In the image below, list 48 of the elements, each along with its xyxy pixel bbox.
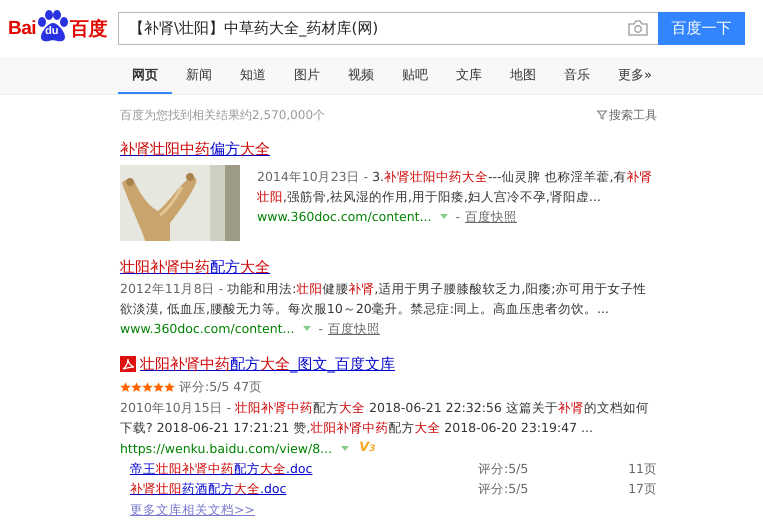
result-abstract: 2014年10月23日 - 3.补肾壮阳中药大全---仙灵脾 也称淫羊藿,有补肾壮阳,强筋骨,祛风湿的作用,用于阳痿,妇人宫冷不孕,肾阳虚...	[257, 168, 654, 206]
star-icon	[153, 382, 164, 392]
star-icon	[164, 382, 175, 392]
nav-tab[interactable]: 知道	[226, 57, 280, 94]
result-url: https://wenku.baidu.com/view/8...	[120, 440, 332, 458]
document-link[interactable]: 帝王壮阳补肾中药配方大全.doc	[130, 459, 478, 479]
nav-tab[interactable]: 新闻	[172, 57, 226, 94]
pdf-icon	[120, 356, 136, 372]
rating-text: 评分:5/5 47页	[179, 378, 262, 396]
nav-tab[interactable]: 音乐	[550, 57, 604, 94]
result-abstract: 2010年10月15日 - 壮阳补肾中药配方大全 2018-06-21 22:32:56 这篇关于补肾的文档如何下载? 2018-06-21 17:21:21 赞,壮阳补肾中药配方大全 2018-06-20 23:19:47 ...	[120, 399, 650, 437]
separator-text: -	[455, 208, 460, 226]
camera-icon[interactable]	[628, 20, 648, 36]
page-count: 17页	[627, 480, 657, 498]
filter-icon[interactable]	[597, 110, 607, 120]
caret-icon[interactable]	[440, 214, 448, 219]
more-documents-link[interactable]: 更多文库相关文档>>	[130, 501, 255, 519]
caret-icon[interactable]	[341, 446, 350, 451]
paw-icon	[36, 10, 70, 42]
result-url: www.360doc.com/content...	[120, 320, 294, 338]
logo-text: du	[45, 24, 59, 36]
nav-tab[interactable]: 地图	[496, 57, 550, 94]
nav-tab[interactable]: 视频	[334, 57, 388, 94]
snapshot-link[interactable]: 百度快照	[465, 207, 517, 226]
star-icon	[131, 382, 142, 392]
nav-tab[interactable]: 文库	[442, 57, 496, 94]
nav-tab[interactable]: 贴吧	[388, 57, 442, 94]
nav-tab[interactable]: 网页	[118, 57, 172, 94]
logo-text: 百度	[70, 18, 108, 42]
search-button[interactable]: 百度一下	[658, 12, 745, 45]
document-link[interactable]: 补肾壮阳药酒配方大全.doc	[130, 479, 478, 499]
star-icon	[120, 382, 131, 392]
page-count: 11页	[627, 460, 657, 478]
nav-tab[interactable]: 图片	[280, 57, 334, 94]
rating-text: 评分:5/5	[478, 480, 530, 498]
separator-text: -	[318, 320, 323, 338]
result-count: 百度为您找到相关结果约2,570,000个	[120, 106, 326, 124]
snapshot-link[interactable]: 百度快照	[328, 319, 380, 338]
level-label: V3	[359, 439, 376, 457]
nav-tab[interactable]: 更多»	[604, 57, 666, 94]
caret-icon[interactable]	[303, 326, 312, 331]
result-url: www.360doc.com/content...	[257, 208, 432, 226]
search-field[interactable]: 【补肾\壮阳】中草药大全_药材库(网)	[118, 12, 658, 45]
star-icon	[142, 382, 153, 392]
rating-text: 评分:5/5	[478, 460, 530, 478]
logo-text: Bai	[8, 18, 36, 40]
search-tools-link[interactable]: 搜索工具	[609, 106, 657, 124]
result-abstract: 2012年11月8日 - 功能和用法:壮阳健腰补肾,适用于男子腰膝酸软乏力,阳痿;亦可用于女子性欲淡漠, 低血压,腰酸无力等。每次服10～20毫升。禁忌症:同上。高血压患者勿饮。...	[120, 280, 648, 318]
